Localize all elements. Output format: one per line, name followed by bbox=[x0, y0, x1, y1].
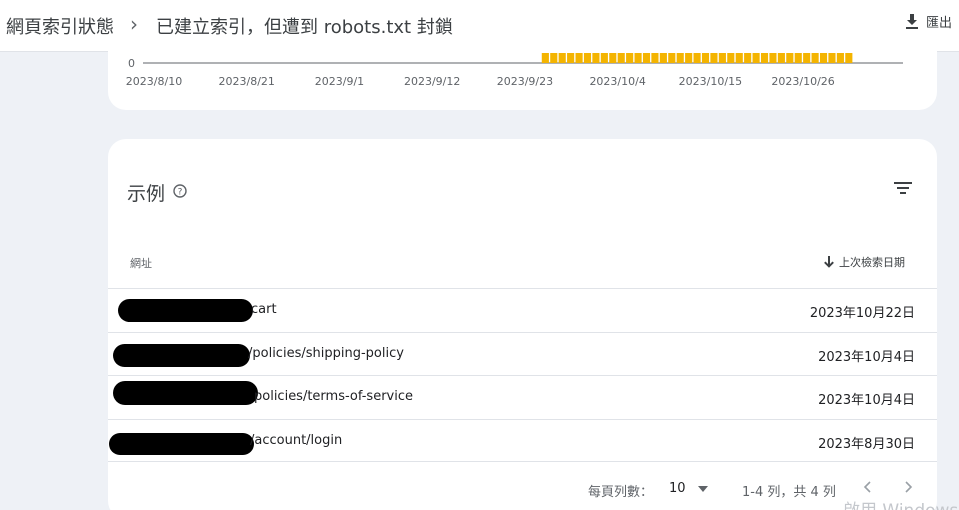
x-tick-label: 2023/8/21 bbox=[219, 75, 275, 88]
rows-per-page-select[interactable]: 10 bbox=[669, 481, 708, 496]
chart-bar bbox=[609, 53, 617, 63]
chart-bar bbox=[777, 53, 785, 63]
chart-bar bbox=[626, 53, 634, 63]
help-icon[interactable]: ? bbox=[173, 184, 187, 198]
redaction-mark bbox=[113, 343, 250, 367]
page-range: 1-4 列，共 4 列 bbox=[742, 485, 836, 500]
chart-bar bbox=[567, 53, 575, 63]
chart-bar bbox=[744, 53, 752, 63]
row-date: 2023年10月22日 bbox=[809, 306, 915, 321]
examples-table: cart 2023年10月22日 /policies/shipping-poli… bbox=[108, 288, 937, 462]
chart-bar bbox=[794, 53, 802, 63]
column-header-label: 上次檢索日期 bbox=[839, 256, 905, 269]
dropdown-arrow-icon bbox=[697, 485, 708, 492]
chart-bar bbox=[600, 53, 608, 63]
redaction-mark bbox=[118, 299, 253, 322]
x-tick-label: 2023/10/4 bbox=[589, 75, 645, 88]
row-date: 2023年10月4日 bbox=[818, 349, 915, 365]
breadcrumb-separator: › bbox=[130, 12, 138, 36]
chart-bar bbox=[786, 53, 794, 63]
chart-card: 0 2023/8/10 2023/8/21 2023/9/1 2023/9/12 202… bbox=[108, 40, 937, 110]
chart-bar bbox=[811, 53, 819, 63]
y-tick-zero: 0 bbox=[128, 57, 135, 70]
arrow-down-icon bbox=[824, 256, 834, 268]
redaction-mark bbox=[109, 432, 254, 455]
next-page-icon[interactable] bbox=[900, 479, 916, 495]
chart-bar bbox=[727, 53, 735, 63]
row-date: 2023年10月4日 bbox=[818, 393, 915, 408]
download-icon bbox=[906, 13, 918, 29]
column-header-last-crawled[interactable]: 上次檢索日期 bbox=[824, 254, 905, 270]
chart-bar bbox=[558, 53, 566, 63]
x-tick-label: 2023/10/15 bbox=[679, 75, 742, 88]
filter-icon[interactable] bbox=[894, 181, 912, 195]
chart-bar bbox=[752, 53, 760, 63]
breadcrumb-root[interactable]: 網頁索引狀態 bbox=[6, 13, 114, 39]
chart-bar bbox=[541, 53, 549, 63]
chart-bar bbox=[651, 53, 659, 63]
breadcrumb-current: 已建立索引，但遭到 robots.txt 封鎖 bbox=[156, 17, 453, 38]
x-tick-label: 2023/9/1 bbox=[315, 75, 364, 88]
pagination: 每頁列數： 10 1-4 列，共 4 列 bbox=[108, 479, 937, 500]
row-date: 2023年8月30日 bbox=[818, 436, 915, 452]
chart-bar bbox=[659, 53, 667, 63]
chart-bar bbox=[828, 53, 836, 63]
x-tick-group: 2023/8/10 2023/8/21 2023/9/1 2023/9/12 2023/… bbox=[126, 75, 835, 88]
chart-bar bbox=[676, 53, 684, 63]
chart-bar bbox=[803, 53, 811, 63]
row-url: /policies/shipping-policy bbox=[248, 345, 404, 361]
chart-bar bbox=[718, 53, 726, 63]
chart-bar bbox=[642, 53, 651, 63]
chart-bar bbox=[575, 53, 583, 63]
chart-bar bbox=[592, 53, 600, 63]
row-url: cart bbox=[251, 302, 277, 317]
chart-bar bbox=[845, 53, 853, 63]
x-tick-label: 2023/10/26 bbox=[771, 75, 834, 88]
chart-bar bbox=[769, 53, 777, 63]
chart-bar bbox=[668, 53, 676, 63]
row-url: /account/login bbox=[250, 432, 343, 448]
chart-bar bbox=[701, 53, 710, 63]
chart-bar bbox=[583, 53, 592, 63]
table-row[interactable]: /policies/shipping-policy 2023年10月4日 bbox=[108, 331, 937, 376]
x-tick-label: 2023/9/12 bbox=[404, 75, 460, 88]
export-label: 匯出 bbox=[926, 16, 953, 31]
chart-bar bbox=[634, 53, 642, 63]
table-row[interactable]: cart 2023年10月22日 bbox=[108, 288, 937, 332]
x-tick-label: 2023/8/10 bbox=[126, 75, 182, 88]
x-tick-label: 2023/9/23 bbox=[497, 75, 553, 88]
table-row[interactable]: /account/login 2023年8月30日 bbox=[108, 418, 937, 462]
chart-bar bbox=[819, 53, 828, 63]
index-chart: 0 2023/8/10 2023/8/21 2023/9/1 2023/9/12 202… bbox=[126, 53, 903, 88]
chart-bar bbox=[836, 53, 844, 63]
examples-card: 示例 ? 網址 上次檢索日期 cart 2023年10月22日 /policie… bbox=[108, 139, 937, 510]
chart-bar bbox=[685, 53, 693, 63]
column-header-url[interactable]: 網址 bbox=[130, 255, 152, 271]
rows-per-page-label: 每頁列數： bbox=[588, 485, 654, 500]
chart-bar bbox=[693, 53, 701, 63]
previous-page-icon[interactable] bbox=[860, 479, 876, 495]
chart-bar bbox=[735, 53, 743, 63]
export-button[interactable]: 匯出 bbox=[904, 12, 952, 31]
svg-text:?: ? bbox=[178, 188, 183, 198]
table-row[interactable]: policies/terms-of-service 2023年10月4日 bbox=[108, 375, 937, 419]
windows-activation-watermark: 啟用 Windows bbox=[843, 496, 958, 510]
chart-bar bbox=[550, 53, 558, 63]
bar-group bbox=[541, 53, 853, 63]
rows-per-page-value: 10 bbox=[669, 481, 686, 496]
chart-bar bbox=[617, 53, 625, 63]
chart-bar bbox=[710, 53, 718, 63]
examples-title: 示例 bbox=[127, 183, 166, 205]
chart-bar bbox=[760, 53, 769, 63]
row-url: policies/terms-of-service bbox=[254, 389, 413, 404]
redaction-mark bbox=[113, 381, 258, 405]
